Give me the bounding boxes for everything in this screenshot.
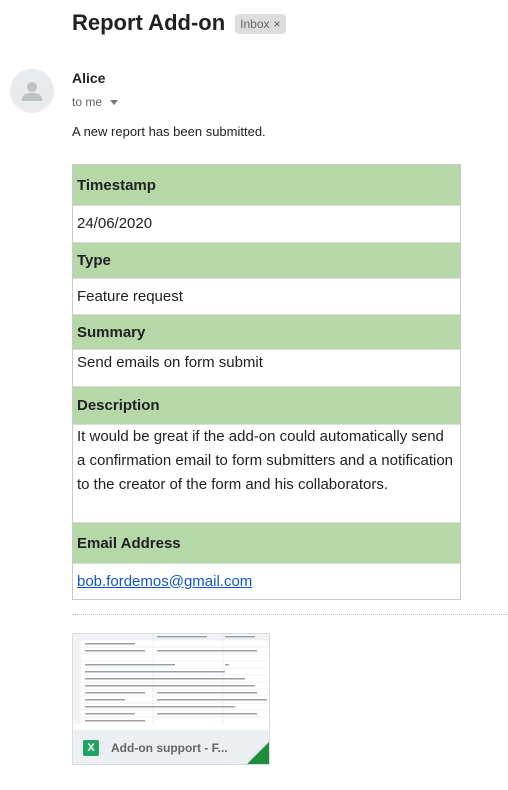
recipient-text: to me — [72, 95, 103, 109]
recipient-details[interactable]: to me — [72, 95, 119, 109]
intro-text: A new report has been submitted. — [72, 124, 266, 139]
email-address-header: Email Address — [73, 523, 460, 564]
corner-fold-icon — [247, 742, 269, 764]
attachment-footer: X Add-on support - F... — [73, 730, 269, 764]
person-icon — [22, 82, 42, 101]
excel-icon: X — [83, 740, 99, 756]
close-icon[interactable]: × — [274, 17, 281, 31]
subject-row: Report Add-on Inbox × — [72, 8, 286, 38]
summary-value: Send emails on form submit — [73, 350, 460, 387]
inbox-label-text: Inbox — [240, 17, 270, 31]
spreadsheet-thumbnail — [73, 634, 269, 724]
attachment-name: Add-on support - F... — [111, 741, 228, 755]
report-table: Timestamp 24/06/2020 Type Feature reques… — [72, 164, 461, 600]
chevron-down-icon[interactable] — [110, 99, 119, 105]
email-address-value: bob.fordemos@gmail.com — [73, 564, 460, 599]
avatar[interactable] — [10, 69, 54, 113]
summary-header: Summary — [73, 315, 460, 350]
description-header: Description — [73, 387, 460, 425]
email-subject: Report Add-on — [72, 10, 226, 35]
timestamp-value: 24/06/2020 — [73, 206, 460, 243]
attachment-divider — [72, 614, 508, 615]
timestamp-header: Timestamp — [73, 165, 460, 206]
description-value: It would be great if the add-on could au… — [73, 425, 460, 523]
type-value: Feature request — [73, 279, 460, 315]
inbox-label-chip[interactable]: Inbox × — [235, 14, 286, 34]
email-address-link[interactable]: bob.fordemos@gmail.com — [77, 570, 252, 594]
type-header: Type — [73, 243, 460, 279]
sender-name[interactable]: Alice — [72, 70, 105, 86]
attachment-card[interactable]: X Add-on support - F... — [72, 633, 270, 765]
